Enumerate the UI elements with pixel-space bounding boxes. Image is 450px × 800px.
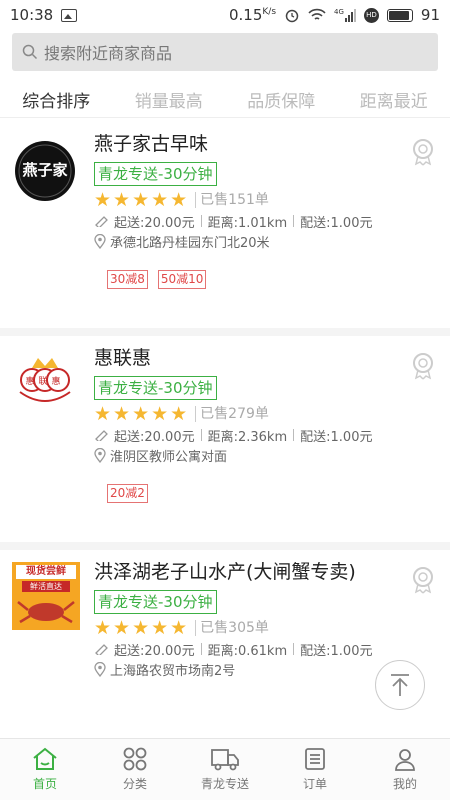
tab-label: 青龙专送 xyxy=(200,777,249,791)
quality-medal-icon xyxy=(413,353,433,380)
signal-icon: 4G xyxy=(334,8,356,22)
sold-count: 已售151单 xyxy=(195,192,269,208)
tab-label: 分类 xyxy=(122,777,147,791)
ticket-icon xyxy=(95,216,108,227)
order-list-icon xyxy=(305,748,325,770)
store-info: 惠联惠 青龙专送-30分钟 ★★★★★ 已售279单 起送:20.00元 距离:… xyxy=(94,344,414,465)
status-time: 10:38 xyxy=(10,6,54,24)
store-name: 燕子家古早味 xyxy=(94,133,209,155)
tab-delivery[interactable]: 青龙专送 xyxy=(180,739,270,800)
delivery-badge: 青龙专送-30分钟 xyxy=(94,376,217,400)
promo-badge: 20减2 xyxy=(107,484,148,503)
home-icon xyxy=(33,747,57,770)
rating-stars: ★★★★★ xyxy=(94,617,190,639)
ticket-icon xyxy=(95,644,108,655)
sold-count: 已售279单 xyxy=(195,406,269,422)
profile-icon xyxy=(395,749,415,771)
search-input[interactable]: 搜索附近商家商品 xyxy=(12,33,438,71)
store-rating: ★★★★★ 已售305单 xyxy=(94,617,414,639)
rating-stars: ★★★★★ xyxy=(94,403,190,425)
tab-home[interactable]: 首页 xyxy=(0,739,90,800)
store-logo: 惠联惠 xyxy=(14,354,76,416)
promo-list: 20减2 xyxy=(107,484,148,503)
distance: 距离:1.01km xyxy=(207,215,288,231)
store-rating: ★★★★★ 已售279单 xyxy=(94,403,414,425)
delivery-truck-icon xyxy=(211,749,239,771)
search-icon xyxy=(22,44,38,60)
store-address: 上海路农贸市场南2号 xyxy=(94,659,414,679)
sort-tab-comprehensive[interactable]: 综合排序 xyxy=(0,87,113,112)
store-info: 洪泽湖老子山水产(大闸蟹专卖) 青龙专送-30分钟 ★★★★★ 已售305单 起… xyxy=(94,558,414,679)
delivery-fee: 配送:1.00元 xyxy=(300,643,373,659)
sort-tabs: 综合排序 销量最高 品质保障 距离最近 xyxy=(0,82,450,118)
sold-count: 已售305单 xyxy=(195,620,269,636)
bottom-tab-bar: 首页 分类 青龙专送 订单 我的 xyxy=(0,738,450,800)
tab-profile[interactable]: 我的 xyxy=(360,739,450,800)
store-logo: 现货尝鲜 鲜活直达 xyxy=(12,562,80,630)
battery-icon xyxy=(386,8,413,22)
store-logo: 燕子家 xyxy=(14,140,76,202)
image-notification-icon xyxy=(61,8,78,22)
status-bar: 10:38 0.15K/s 4G HD 91 xyxy=(0,0,450,30)
arrow-up-icon xyxy=(391,674,409,696)
store-name: 惠联惠 xyxy=(94,347,152,369)
location-pin-icon xyxy=(94,447,106,463)
min-order: 起送:20.00元 xyxy=(114,643,195,659)
sort-tab-sales[interactable]: 销量最高 xyxy=(113,87,226,112)
store-rating: ★★★★★ 已售151单 xyxy=(94,189,414,211)
quality-medal-icon xyxy=(413,139,433,166)
store-meta: 起送:20.00元 距离:1.01km 配送:1.00元 xyxy=(94,211,414,231)
wifi-icon xyxy=(308,8,326,20)
alarm-icon xyxy=(285,9,299,23)
distance: 距离:0.61km xyxy=(207,643,288,659)
address-text: 上海路农贸市场南2号 xyxy=(110,663,236,679)
address-text: 承德北路丹桂园东门北20米 xyxy=(110,235,270,251)
distance: 距离:2.36km xyxy=(207,429,288,445)
store-meta: 起送:20.00元 距离:0.61km 配送:1.00元 xyxy=(94,639,414,659)
tab-label: 订单 xyxy=(302,777,327,791)
delivery-fee: 配送:1.00元 xyxy=(300,429,373,445)
store-logo-banner: 现货尝鲜 xyxy=(16,565,76,579)
tab-orders[interactable]: 订单 xyxy=(270,739,360,800)
category-icon xyxy=(123,747,147,771)
delivery-badge: 青龙专送-30分钟 xyxy=(94,590,217,614)
tab-label: 首页 xyxy=(32,777,57,791)
min-order: 起送:20.00元 xyxy=(114,215,195,231)
delivery-fee: 配送:1.00元 xyxy=(300,215,373,231)
sort-tab-quality[interactable]: 品质保障 xyxy=(225,87,338,112)
store-logo-text: 燕子家 xyxy=(22,161,68,179)
store-card[interactable]: 现货尝鲜 鲜活直达 洪泽湖老子山水产(大闸蟹专卖) 青龙专送-30分钟 ★★★★… xyxy=(0,550,450,738)
search-placeholder: 搜索附近商家商品 xyxy=(44,44,173,63)
promo-badge: 50减10 xyxy=(157,270,207,289)
rating-stars: ★★★★★ xyxy=(94,189,190,211)
store-logo-subtitle: 鲜活直达 xyxy=(22,581,70,592)
store-name: 洪泽湖老子山水产(大闸蟹专卖) xyxy=(94,561,356,583)
ticket-icon xyxy=(95,430,108,441)
store-info: 燕子家古早味 青龙专送-30分钟 ★★★★★ 已售151单 起送:20.00元 … xyxy=(94,130,414,251)
back-to-top-button[interactable] xyxy=(375,660,425,710)
tab-label: 我的 xyxy=(392,777,417,791)
location-pin-icon xyxy=(94,661,106,677)
network-speed: 0.15K/s xyxy=(228,6,277,24)
delivery-badge: 青龙专送-30分钟 xyxy=(94,162,217,186)
promo-list: 30减8 50减10 xyxy=(107,270,207,289)
hd-voice-icon: HD xyxy=(363,7,379,23)
store-address: 承德北路丹桂园东门北20米 xyxy=(94,231,414,251)
status-right: 0.15K/s 4G HD 91 xyxy=(229,6,440,24)
location-pin-icon xyxy=(94,233,106,249)
quality-medal-icon xyxy=(413,567,433,594)
battery-fill xyxy=(388,10,409,20)
sort-tab-distance[interactable]: 距离最近 xyxy=(338,87,450,112)
battery-level: 91 xyxy=(420,6,440,24)
store-logo-text: 惠联惠 xyxy=(25,377,65,387)
min-order: 起送:20.00元 xyxy=(114,429,195,445)
address-text: 淮阴区教师公寓对面 xyxy=(110,449,228,465)
store-meta: 起送:20.00元 距离:2.36km 配送:1.00元 xyxy=(94,425,414,445)
tab-category[interactable]: 分类 xyxy=(90,739,180,800)
promo-badge: 30减8 xyxy=(107,270,148,289)
store-address: 淮阴区教师公寓对面 xyxy=(94,445,414,465)
store-card[interactable]: 惠联惠 惠联惠 青龙专送-30分钟 ★★★★★ 已售279单 起送:20.00元… xyxy=(0,336,450,550)
store-card[interactable]: 燕子家 燕子家古早味 青龙专送-30分钟 ★★★★★ 已售151单 起送:20.… xyxy=(0,122,450,336)
